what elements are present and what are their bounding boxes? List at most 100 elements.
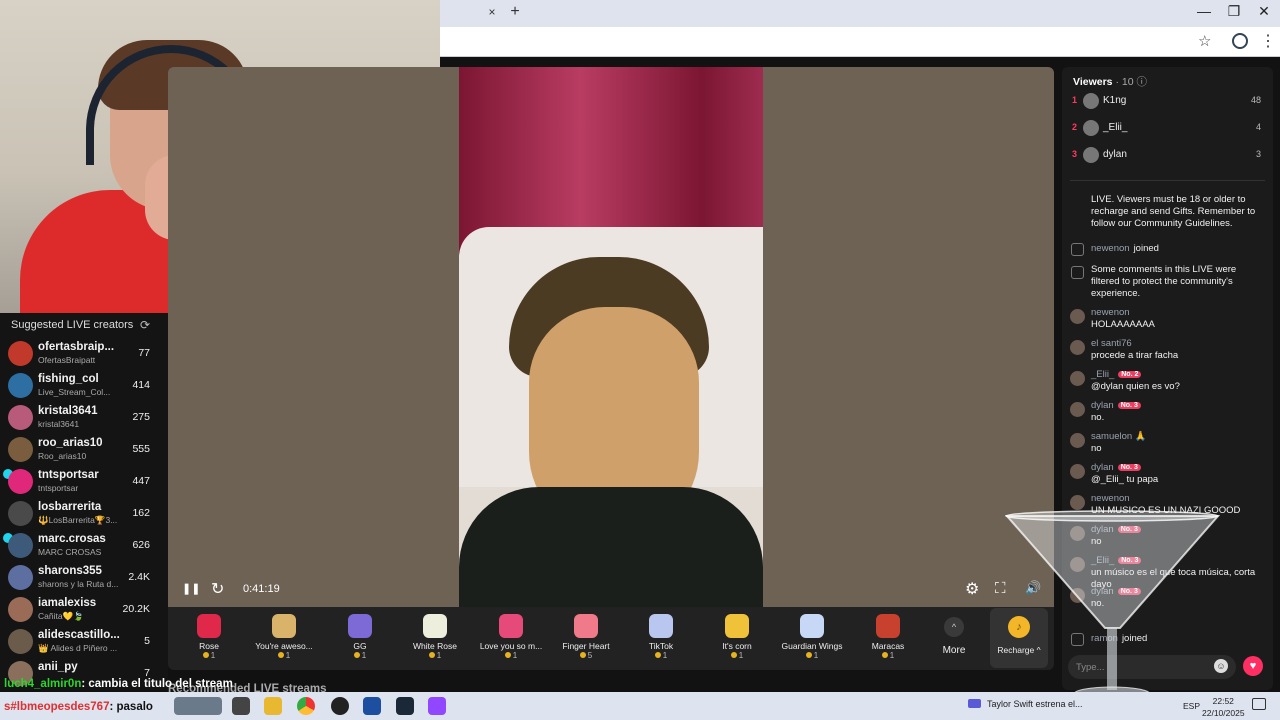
chat-username[interactable]: dylanNo. 3 <box>1091 400 1141 411</box>
minimize-button[interactable]: — <box>1194 3 1214 19</box>
gift-item[interactable]: It's corn 1 <box>698 610 776 668</box>
gift-icon <box>574 614 598 638</box>
avatar <box>8 469 33 494</box>
profile-icon[interactable] <box>1232 33 1248 49</box>
gift-item[interactable]: Love you so m... 1 <box>472 610 550 668</box>
join-line: newenon joined <box>1091 243 1159 254</box>
taskbar-clock[interactable]: 22:52 22/10/2025 <box>1202 695 1245 719</box>
gift-icon <box>272 614 296 638</box>
suggested-creator-item[interactable]: fishing_col Live_Stream_Col... 414 <box>0 369 168 401</box>
info-icon[interactable]: ⓘ <box>1136 76 1147 88</box>
suggested-title: Suggested LIVE creators <box>11 319 134 331</box>
suggested-creator-item[interactable]: losbarrerita 🔱LosBarrerita🏆3... 162 <box>0 497 168 529</box>
file-explorer-icon[interactable] <box>264 697 282 715</box>
gift-item[interactable]: White Rose 1 <box>396 610 474 668</box>
like-heart-icon[interactable]: ♥ <box>1243 656 1263 676</box>
pause-icon[interactable]: ❚❚ <box>182 582 200 595</box>
suggested-creator-item[interactable]: iamalexiss Cañita💛🍃 20.2K <box>0 593 168 625</box>
gift-price: 1 <box>472 651 550 660</box>
language-indicator[interactable]: ESP <box>1183 701 1200 711</box>
task-view-icon[interactable] <box>232 697 250 715</box>
browser-tab-bar: × + — ❐ ✕ <box>440 0 1280 27</box>
chrome-icon[interactable] <box>297 697 315 715</box>
creator-subtitle: 🔱LosBarrerita🏆3... <box>38 515 118 525</box>
gift-item[interactable]: Guardian Wings 1 <box>773 610 851 668</box>
chat-username[interactable]: newenon <box>1091 493 1130 504</box>
viewers-header[interactable]: Viewers · 10 ⓘ <box>1073 74 1147 89</box>
video-jacket <box>459 487 763 608</box>
gift-item[interactable]: Finger Heart 5 <box>547 610 625 668</box>
suggested-creator-item[interactable]: tntsportsar tntsportsar 447 <box>0 465 168 497</box>
fullscreen-icon[interactable]: ⛶ <box>995 580 1006 597</box>
avatar <box>8 405 33 430</box>
settings-icon[interactable]: ⚙ <box>965 579 979 599</box>
chat-username[interactable]: dylanNo. 3 <box>1091 462 1141 473</box>
live-video[interactable] <box>459 67 763 608</box>
bookmark-star-icon[interactable]: ☆ <box>1198 32 1211 50</box>
chat-username[interactable]: _Elii_ No. 2 <box>1091 369 1142 380</box>
obs-icon[interactable] <box>428 697 446 715</box>
username-text: samuelon 🙏 <box>1091 431 1147 442</box>
gift-icon <box>725 614 749 638</box>
steam-icon[interactable] <box>396 697 414 715</box>
avatar <box>8 533 33 558</box>
viewer-row[interactable]: 3 dylan 3 <box>1062 146 1273 168</box>
avatar <box>1070 464 1085 479</box>
rank-badge: No. 2 <box>1118 371 1142 378</box>
app-icon-2[interactable] <box>363 697 381 715</box>
martini-glass-icon <box>1005 510 1220 702</box>
viewer-row[interactable]: 2 _Elii_ 4 <box>1062 119 1273 141</box>
refresh-icon[interactable]: ⟳ <box>140 318 150 332</box>
gift-icon <box>876 614 900 638</box>
suggested-creators-panel: Suggested LIVE creators ⟳ ofertasbraip..… <box>0 313 168 690</box>
notification-center-icon[interactable] <box>1252 698 1266 710</box>
new-tab-button[interactable]: + <box>506 3 524 21</box>
suggested-creator-item[interactable]: marc.crosas MARC CROSAS 626 <box>0 529 168 561</box>
viewer-score: 3 <box>1255 149 1261 159</box>
avatar <box>1070 402 1085 417</box>
gift-item[interactable]: TikTok 1 <box>622 610 700 668</box>
close-window-button[interactable]: ✕ <box>1254 3 1274 20</box>
restore-button[interactable]: ❐ <box>1224 3 1244 20</box>
chat-username[interactable]: samuelon 🙏 <box>1091 431 1147 442</box>
chat-username[interactable]: el santi76 <box>1091 338 1132 349</box>
viewer-count: 5 <box>144 635 150 647</box>
chat-username[interactable]: newenon <box>1091 243 1130 254</box>
avatar <box>8 437 33 462</box>
gift-item[interactable]: Maracas 1 <box>849 610 927 668</box>
suggested-creator-item[interactable]: kristal3641 kristal3641 275 <box>0 401 168 433</box>
gift-name: Guardian Wings <box>781 641 843 651</box>
overlay-text: : cambia el titulo del stream <box>81 678 233 690</box>
suggested-creator-item[interactable]: roo_arias10 Roo_arias10 555 <box>0 433 168 465</box>
tab-close-button[interactable]: × <box>484 5 500 19</box>
system-text: Some comments in this LIVE were filtered… <box>1091 264 1237 299</box>
stream-overlay-message-2: s#lbmeopesdes767: pasalo <box>4 701 153 713</box>
taskbar-notification[interactable]: Taylor Swift estrena el... <box>968 699 1083 709</box>
viewer-row[interactable]: 1 K1ng 48 <box>1062 92 1273 114</box>
gift-item[interactable]: GG 1 <box>321 610 399 668</box>
address-bar[interactable]: ☆ ⋮ <box>440 27 1280 57</box>
viewer-count: 626 <box>132 539 150 551</box>
creator-name: marc.crosas <box>38 533 106 545</box>
viewer-count: 77 <box>138 347 150 359</box>
creator-name: roo_arias10 <box>38 437 103 449</box>
creator-subtitle: Roo_arias10 <box>38 451 87 461</box>
chat-username[interactable]: newenon <box>1091 307 1130 318</box>
message-text: @_Elii_ tu papa <box>1091 474 1159 485</box>
viewer-name: dylan <box>1103 149 1127 160</box>
browser-menu-icon[interactable]: ⋮ <box>1260 31 1276 51</box>
creator-name: sharons355 <box>38 565 102 577</box>
avatar <box>1083 147 1099 163</box>
suggested-creator-item[interactable]: sharons355 sharons y la Ruta d... 2.4K <box>0 561 168 593</box>
suggested-creator-item[interactable]: ofertasbraip... OfertasBraipatt 77 <box>0 337 168 369</box>
taskbar-thumbnail-icon[interactable] <box>174 697 222 715</box>
username-text: dylan <box>1091 462 1114 473</box>
gift-item[interactable]: You're aweso... 1 <box>245 610 323 668</box>
replay-icon[interactable]: ↻ <box>211 579 224 599</box>
app-icon[interactable] <box>331 697 349 715</box>
suggested-creator-item[interactable]: alidescastillo... 👑 Alides d Piñero ... 5 <box>0 625 168 657</box>
avatar <box>1070 309 1085 324</box>
more-gifts-button[interactable]: ^ More <box>935 615 973 665</box>
avatar <box>1070 371 1085 386</box>
gift-item[interactable]: Rose 1 <box>170 610 248 668</box>
